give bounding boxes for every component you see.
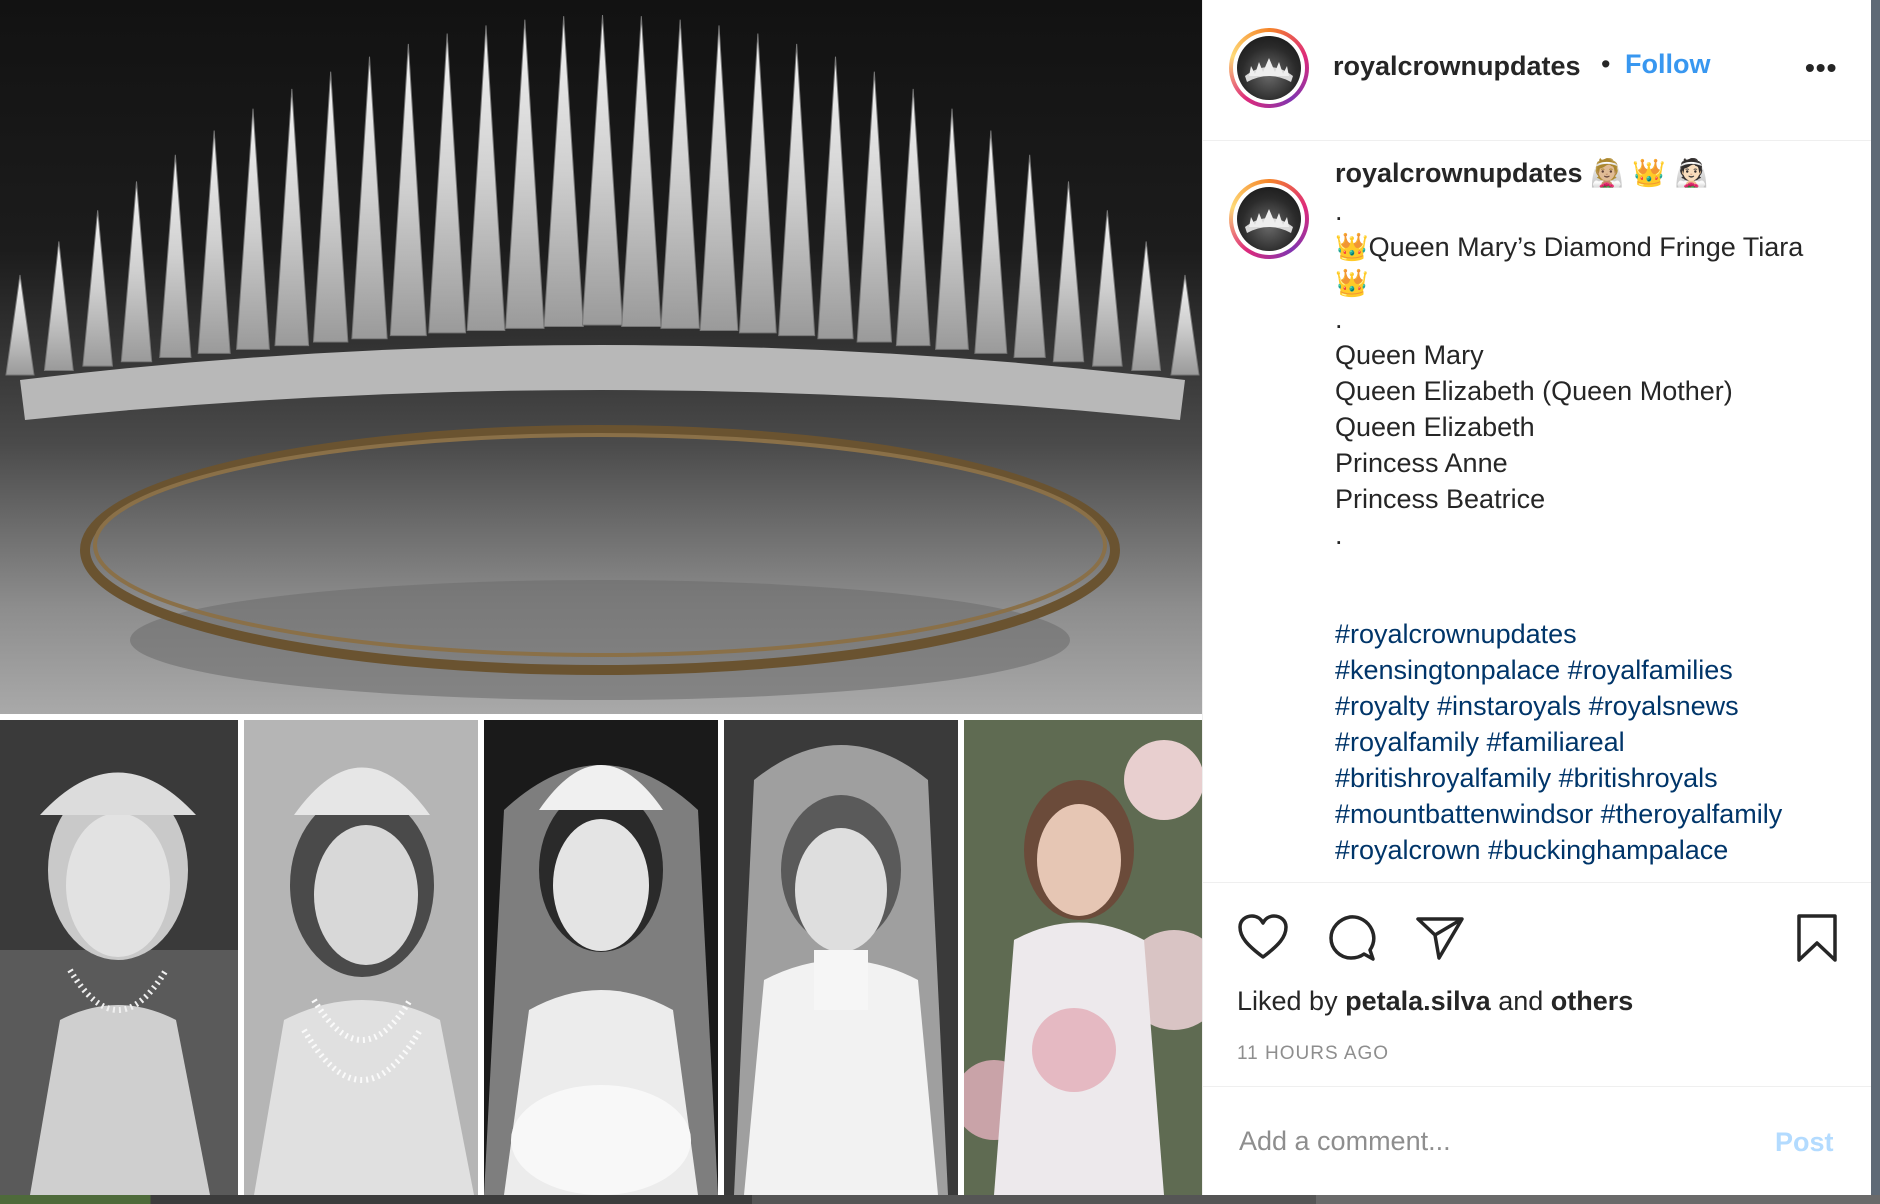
portrait-princess-beatrice: [964, 720, 1202, 1195]
tiara-spike: [274, 88, 310, 347]
caption-username[interactable]: royalcrownupdates: [1335, 158, 1583, 188]
more-options-icon[interactable]: •••: [1805, 52, 1837, 84]
tiara-spike: [817, 56, 854, 340]
tiara-spike: [1013, 154, 1046, 358]
tiara-spike: [428, 33, 467, 334]
tiara-spike: [1091, 210, 1123, 367]
tiara-spike: [1052, 181, 1085, 363]
hashtag-line[interactable]: #royalty #instaroyals #royalsnews: [1335, 688, 1855, 724]
tiara-spike: [738, 33, 777, 334]
liked-others-link[interactable]: others: [1551, 986, 1634, 1016]
paper-plane-icon[interactable]: [1415, 915, 1465, 966]
caption-title-line: 👑Queen Mary’s Diamond Fringe Tiara: [1335, 232, 1804, 262]
tiara-spike: [466, 25, 506, 331]
comment-bar: Post: [1203, 1086, 1871, 1196]
hashtag-line[interactable]: #britishroyalfamily #britishroyals: [1335, 760, 1855, 796]
caption-line: .: [1335, 520, 1343, 550]
portrait-queen-mary: [0, 720, 238, 1195]
avatar[interactable]: [1229, 28, 1309, 108]
portrait-queen-elizabeth: [484, 720, 718, 1195]
tiara-spike: [351, 56, 388, 340]
caption-line: Princess Beatrice: [1335, 484, 1546, 514]
caption-line: Princess Anne: [1335, 448, 1508, 478]
caption-line: .: [1335, 196, 1343, 226]
tiara-spike: [543, 16, 584, 327]
likes-summary: Liked by petala.silva and others: [1237, 986, 1633, 1017]
portrait-queen-mother: [244, 720, 478, 1195]
caption-line: Queen Elizabeth: [1335, 412, 1535, 442]
tiara-spike: [856, 71, 893, 343]
separator-dot: •: [1601, 49, 1611, 79]
post-header: royalcrownupdates • Follow •••: [1203, 0, 1871, 141]
tiara-spike: [935, 108, 969, 350]
tiara-spike: [236, 108, 270, 350]
tiara-spike: [120, 181, 153, 363]
hashtag-line[interactable]: #kensingtonpalace #royalfamilies: [1335, 652, 1855, 688]
hashtag-line[interactable]: #royalcrown #buckinghampalace: [1335, 832, 1855, 868]
post-caption: royalcrownupdates 👰🏼 👑 👰🏻 . 👑Queen Mary’…: [1203, 141, 1871, 881]
follow-button[interactable]: Follow: [1625, 49, 1710, 80]
header-username[interactable]: royalcrownupdates: [1333, 51, 1581, 82]
hashtag-line[interactable]: #royalfamily #familiareal: [1335, 724, 1855, 760]
tiara-spike: [505, 19, 545, 329]
caption-avatar[interactable]: [1229, 179, 1309, 259]
post-comment-button[interactable]: Post: [1775, 1127, 1834, 1158]
backdrop-right: [1870, 0, 1880, 1204]
tiara-spike: [974, 130, 1008, 354]
tiara-spike: [389, 43, 427, 337]
tiara-spike: [895, 88, 931, 347]
caption-hashtags: #royalcrownupdates #kensingtonpalace #ro…: [1335, 616, 1855, 868]
post-timestamp[interactable]: 11 HOURS AGO: [1237, 1043, 1389, 1065]
tiara-spike: [621, 16, 662, 327]
caption-header: royalcrownupdates 👰🏼 👑 👰🏻: [1335, 157, 1708, 189]
tiara-spike: [1170, 274, 1200, 376]
backdrop-bottom: [0, 1195, 1880, 1204]
liked-prefix: Liked by: [1237, 986, 1338, 1016]
caption-line: .: [1335, 304, 1343, 334]
tiara-photo: [0, 0, 1202, 714]
comment-input[interactable]: [1237, 1115, 1761, 1167]
caption-body: . 👑Queen Mary’s Diamond Fringe Tiara 👑 .…: [1335, 193, 1855, 553]
tiara-spike: [5, 274, 35, 376]
portrait-strip: [0, 720, 1202, 1195]
tiara-spike: [43, 241, 74, 372]
caption-emojis: 👰🏼 👑 👰🏻: [1590, 158, 1709, 189]
hashtag-line[interactable]: #mountbattenwindsor #theroyalfamily: [1335, 796, 1855, 832]
post-media[interactable]: [0, 0, 1202, 1195]
tiara-spike: [660, 19, 700, 329]
tiara-spike: [699, 25, 739, 331]
comment-bubble-icon[interactable]: [1327, 913, 1377, 968]
tiara-spike: [581, 14, 624, 326]
tiara-spike: [197, 130, 231, 354]
hashtag-line[interactable]: #royalcrownupdates: [1335, 616, 1855, 652]
liked-user-link[interactable]: petala.silva: [1345, 986, 1491, 1016]
portrait-princess-anne: [724, 720, 958, 1195]
caption-line: 👑: [1335, 268, 1369, 298]
tiara-spike: [312, 71, 349, 343]
tiara-spike: [778, 43, 816, 337]
caption-line: Queen Mary: [1335, 340, 1484, 370]
tiara-spike: [159, 154, 192, 358]
tiara-spike: [1131, 241, 1162, 372]
heart-icon[interactable]: [1237, 913, 1289, 966]
bookmark-icon[interactable]: [1795, 913, 1839, 968]
post-actions: Liked by petala.silva and others 11 HOUR…: [1203, 882, 1871, 1093]
caption-line: Queen Elizabeth (Queen Mother): [1335, 376, 1733, 406]
tiara-spike: [82, 210, 114, 367]
post-side-panel: royalcrownupdates • Follow ••• royalcrow…: [1202, 0, 1871, 1195]
liked-and: and: [1498, 986, 1544, 1016]
